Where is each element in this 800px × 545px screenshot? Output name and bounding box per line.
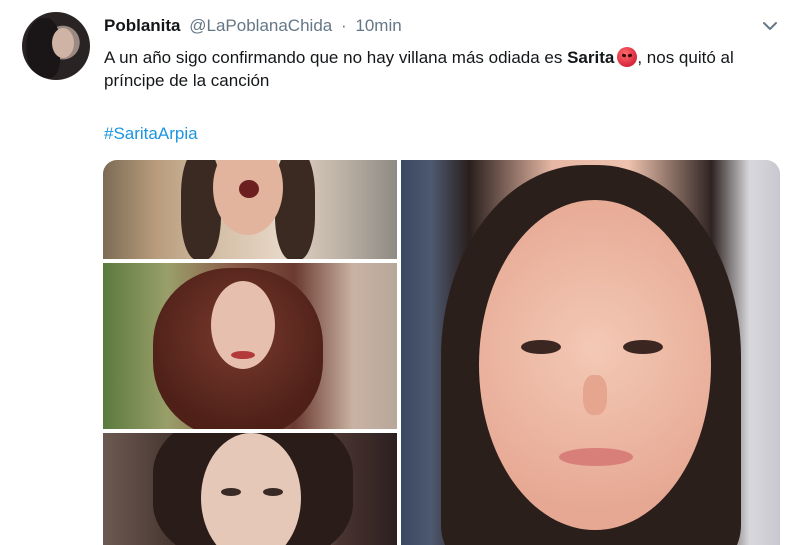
media-photo-1[interactable]	[103, 160, 397, 259]
tweet: Poblanita @LaPoblanaChida · 10min A un a…	[0, 0, 800, 545]
tweet-text-part1: A un año sigo confirmando que no hay vil…	[104, 48, 568, 67]
timestamp[interactable]: 10min	[355, 16, 401, 35]
user-handle[interactable]: @LaPoblanaChida	[189, 16, 332, 35]
chevron-down-icon[interactable]	[760, 16, 780, 36]
avatar-face	[52, 28, 74, 58]
media-photo-2[interactable]	[103, 263, 397, 429]
tweet-text: A un año sigo confirmando que no hay vil…	[104, 46, 784, 92]
media-grid	[103, 160, 780, 545]
media-photo-3[interactable]	[103, 433, 397, 545]
tweet-header: Poblanita @LaPoblanaChida · 10min	[104, 16, 402, 36]
media-photo-4[interactable]	[401, 160, 780, 545]
tweet-text-bold: Sarita	[567, 48, 615, 67]
display-name[interactable]: Poblanita	[104, 16, 181, 35]
hashtag-link[interactable]: #SaritaArpia	[104, 124, 198, 144]
avatar[interactable]	[22, 12, 90, 80]
angry-face-icon	[617, 47, 638, 67]
separator-dot: ·	[340, 16, 347, 35]
